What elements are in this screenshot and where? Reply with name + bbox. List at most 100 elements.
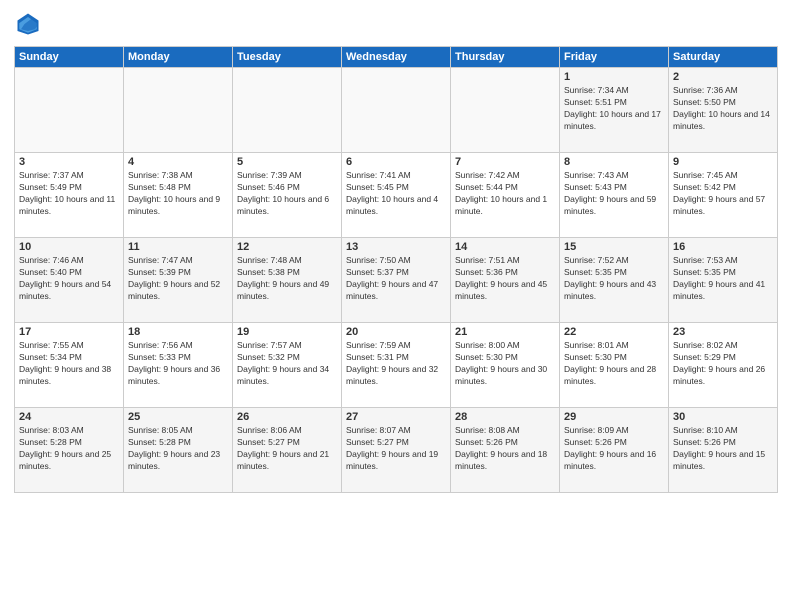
table-row: 23 Sunrise: 8:02 AM Sunset: 5:29 PM Dayli… <box>669 323 778 408</box>
calendar-week-row: 24 Sunrise: 8:03 AM Sunset: 5:28 PM Dayli… <box>15 408 778 493</box>
table-row: 29Sunrise: 8:09 AM Sunset: 5:26 PM Dayli… <box>560 408 669 493</box>
day-info: Sunrise: 8:02 AM Sunset: 5:29 PM Dayligh… <box>673 340 773 388</box>
day-info: Sunrise: 7:57 AM Sunset: 5:32 PM Dayligh… <box>237 340 337 388</box>
day-number: 11 <box>128 241 228 253</box>
day-number: 30 <box>673 411 773 423</box>
day-info: Sunrise: 7:56 AM Sunset: 5:33 PM Dayligh… <box>128 340 228 388</box>
table-row: 17 Sunrise: 7:55 AM Sunset: 5:34 PM Dayli… <box>15 323 124 408</box>
day-number: 26 <box>237 411 337 423</box>
table-row: 15 Sunrise: 7:52 AM Sunset: 5:35 PM Dayli… <box>560 238 669 323</box>
day-number: 5 <box>237 156 337 168</box>
day-info: Sunrise: 8:00 AM Sunset: 5:30 PM Dayligh… <box>455 340 555 388</box>
calendar-week-row: 17 Sunrise: 7:55 AM Sunset: 5:34 PM Dayli… <box>15 323 778 408</box>
day-info: Sunrise: 8:08 AM Sunset: 5:26 PM Dayligh… <box>455 425 555 473</box>
day-number: 22 <box>564 326 664 338</box>
day-info: Sunrise: 7:46 AM Sunset: 5:40 PM Dayligh… <box>19 255 119 303</box>
day-number: 3 <box>19 156 119 168</box>
day-number: 21 <box>455 326 555 338</box>
table-row: 27 Sunrise: 8:07 AM Sunset: 5:27 PM Dayli… <box>342 408 451 493</box>
day-number: 24 <box>19 411 119 423</box>
col-tuesday: Tuesday <box>233 47 342 68</box>
table-row: 16 Sunrise: 7:53 AM Sunset: 5:35 PM Dayli… <box>669 238 778 323</box>
table-row: 14 Sunrise: 7:51 AM Sunset: 5:36 PM Dayli… <box>451 238 560 323</box>
col-monday: Monday <box>124 47 233 68</box>
day-number: 14 <box>455 241 555 253</box>
day-info: Sunrise: 7:59 AM Sunset: 5:31 PM Dayligh… <box>346 340 446 388</box>
calendar-table: Sunday Monday Tuesday Wednesday Thursday… <box>14 46 778 493</box>
day-info: Sunrise: 7:51 AM Sunset: 5:36 PM Dayligh… <box>455 255 555 303</box>
day-info: Sunrise: 8:07 AM Sunset: 5:27 PM Dayligh… <box>346 425 446 473</box>
table-row: 20 Sunrise: 7:59 AM Sunset: 5:31 PM Dayli… <box>342 323 451 408</box>
table-row: 4 Sunrise: 7:38 AM Sunset: 5:48 PM Daylig… <box>124 153 233 238</box>
col-wednesday: Wednesday <box>342 47 451 68</box>
table-row <box>233 68 342 153</box>
table-row <box>15 68 124 153</box>
day-info: Sunrise: 7:47 AM Sunset: 5:39 PM Dayligh… <box>128 255 228 303</box>
table-row: 25 Sunrise: 8:05 AM Sunset: 5:28 PM Dayli… <box>124 408 233 493</box>
day-number: 17 <box>19 326 119 338</box>
day-number: 13 <box>346 241 446 253</box>
day-info: Sunrise: 8:06 AM Sunset: 5:27 PM Dayligh… <box>237 425 337 473</box>
table-row: 12 Sunrise: 7:48 AM Sunset: 5:38 PM Dayli… <box>233 238 342 323</box>
calendar-week-row: 1Sunrise: 7:34 AM Sunset: 5:51 PM Daylig… <box>15 68 778 153</box>
day-number: 23 <box>673 326 773 338</box>
day-number: 6 <box>346 156 446 168</box>
logo-icon <box>14 10 42 38</box>
day-info: Sunrise: 8:10 AM Sunset: 5:26 PM Dayligh… <box>673 425 773 473</box>
day-number: 9 <box>673 156 773 168</box>
table-row <box>342 68 451 153</box>
table-row: 10Sunrise: 7:46 AM Sunset: 5:40 PM Dayli… <box>15 238 124 323</box>
table-row: 6 Sunrise: 7:41 AM Sunset: 5:45 PM Daylig… <box>342 153 451 238</box>
table-row: 19 Sunrise: 7:57 AM Sunset: 5:32 PM Dayli… <box>233 323 342 408</box>
day-info: Sunrise: 7:41 AM Sunset: 5:45 PM Dayligh… <box>346 170 446 218</box>
table-row: 30 Sunrise: 8:10 AM Sunset: 5:26 PM Dayli… <box>669 408 778 493</box>
day-info: Sunrise: 7:39 AM Sunset: 5:46 PM Dayligh… <box>237 170 337 218</box>
day-number: 12 <box>237 241 337 253</box>
table-row <box>124 68 233 153</box>
day-number: 19 <box>237 326 337 338</box>
day-number: 15 <box>564 241 664 253</box>
col-saturday: Saturday <box>669 47 778 68</box>
table-row: 5 Sunrise: 7:39 AM Sunset: 5:46 PM Daylig… <box>233 153 342 238</box>
day-info: Sunrise: 7:48 AM Sunset: 5:38 PM Dayligh… <box>237 255 337 303</box>
table-row: 8Sunrise: 7:43 AM Sunset: 5:43 PM Daylig… <box>560 153 669 238</box>
day-info: Sunrise: 8:05 AM Sunset: 5:28 PM Dayligh… <box>128 425 228 473</box>
table-row: 11 Sunrise: 7:47 AM Sunset: 5:39 PM Dayli… <box>124 238 233 323</box>
day-info: Sunrise: 8:03 AM Sunset: 5:28 PM Dayligh… <box>19 425 119 473</box>
day-info: Sunrise: 8:09 AM Sunset: 5:26 PM Dayligh… <box>564 425 664 473</box>
table-row: 24 Sunrise: 8:03 AM Sunset: 5:28 PM Dayli… <box>15 408 124 493</box>
day-number: 18 <box>128 326 228 338</box>
day-info: Sunrise: 7:50 AM Sunset: 5:37 PM Dayligh… <box>346 255 446 303</box>
col-sunday: Sunday <box>15 47 124 68</box>
day-info: Sunrise: 7:38 AM Sunset: 5:48 PM Dayligh… <box>128 170 228 218</box>
day-info: Sunrise: 7:52 AM Sunset: 5:35 PM Dayligh… <box>564 255 664 303</box>
table-row: 9 Sunrise: 7:45 AM Sunset: 5:42 PM Daylig… <box>669 153 778 238</box>
day-number: 20 <box>346 326 446 338</box>
header <box>14 10 778 38</box>
day-info: Sunrise: 7:45 AM Sunset: 5:42 PM Dayligh… <box>673 170 773 218</box>
calendar-header-row: Sunday Monday Tuesday Wednesday Thursday… <box>15 47 778 68</box>
col-friday: Friday <box>560 47 669 68</box>
day-info: Sunrise: 7:37 AM Sunset: 5:49 PM Dayligh… <box>19 170 119 218</box>
table-row: 28Sunrise: 8:08 AM Sunset: 5:26 PM Dayli… <box>451 408 560 493</box>
day-number: 25 <box>128 411 228 423</box>
day-number: 4 <box>128 156 228 168</box>
day-info: Sunrise: 7:42 AM Sunset: 5:44 PM Dayligh… <box>455 170 555 218</box>
table-row: 26 Sunrise: 8:06 AM Sunset: 5:27 PM Dayli… <box>233 408 342 493</box>
day-info: Sunrise: 7:36 AM Sunset: 5:50 PM Dayligh… <box>673 85 773 133</box>
day-info: Sunrise: 7:43 AM Sunset: 5:43 PM Dayligh… <box>564 170 664 218</box>
table-row: 22 Sunrise: 8:01 AM Sunset: 5:30 PM Dayli… <box>560 323 669 408</box>
table-row: 21 Sunrise: 8:00 AM Sunset: 5:30 PM Dayli… <box>451 323 560 408</box>
day-info: Sunrise: 8:01 AM Sunset: 5:30 PM Dayligh… <box>564 340 664 388</box>
page: Sunday Monday Tuesday Wednesday Thursday… <box>0 0 792 612</box>
day-number: 2 <box>673 71 773 83</box>
day-info: Sunrise: 7:53 AM Sunset: 5:35 PM Dayligh… <box>673 255 773 303</box>
day-info: Sunrise: 7:55 AM Sunset: 5:34 PM Dayligh… <box>19 340 119 388</box>
table-row: 1Sunrise: 7:34 AM Sunset: 5:51 PM Daylig… <box>560 68 669 153</box>
day-number: 1 <box>564 71 664 83</box>
day-number: 16 <box>673 241 773 253</box>
day-number: 27 <box>346 411 446 423</box>
table-row: 13 Sunrise: 7:50 AM Sunset: 5:37 PM Dayli… <box>342 238 451 323</box>
table-row <box>451 68 560 153</box>
calendar-week-row: 3 Sunrise: 7:37 AM Sunset: 5:49 PM Daylig… <box>15 153 778 238</box>
